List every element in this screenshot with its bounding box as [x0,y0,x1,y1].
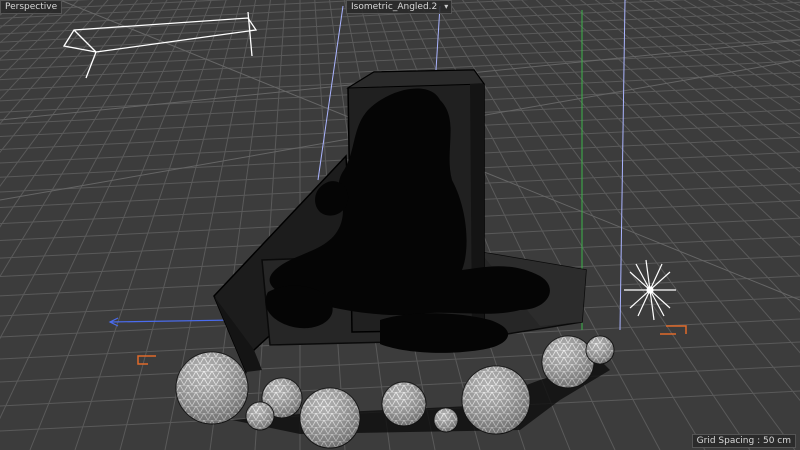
viewport-canvas[interactable] [0,0,800,450]
sphere-shade [434,408,458,432]
sphere-shade [542,336,594,388]
grid-line [0,10,800,52]
sphere-shade [300,388,360,448]
axis-marker-left-icon [137,355,156,365]
grid-line [0,19,800,61]
3d-viewport[interactable]: Perspective Isometric_Angled.2 ▾ Grid Sp… [0,0,800,450]
sphere-shade [462,366,530,434]
camera-selector[interactable]: Isometric_Angled.2 ▾ [346,0,453,14]
sphere-shade [246,402,274,430]
sphere-shade [176,352,248,424]
view-mode-label[interactable]: Perspective [0,0,63,14]
light-line-1 [317,5,344,181]
sphere-shade [382,382,426,426]
chevron-down-icon[interactable]: ▾ [444,1,448,13]
camera-name: Isometric_Angled.2 [351,2,438,12]
axis-marker-right-icon [660,325,687,335]
light-burst-icon[interactable] [624,259,676,321]
light-line-3 [619,0,626,331]
grid-spacing-readout: Grid Spacing : 50 cm [691,434,796,448]
sphere-shade [586,336,614,364]
